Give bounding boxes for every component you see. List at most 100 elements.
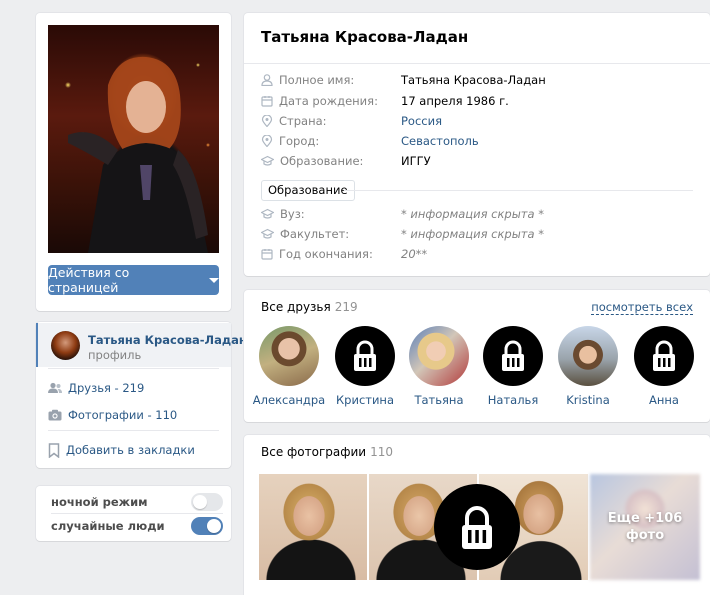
profile-menu-card: Татьяна Красова-Ладан профиль Друзья - 2…: [36, 322, 247, 468]
info-row-university: Вуз: * информация скрыта *: [261, 205, 544, 223]
night-mode-toggle[interactable]: [191, 493, 223, 511]
country-link[interactable]: Россия: [401, 114, 442, 128]
graduation-cap-icon: [261, 155, 274, 166]
lock-icon: [502, 340, 524, 371]
info-value: 20**: [401, 247, 428, 261]
info-value: * информация скрыта *: [401, 227, 544, 241]
divider: [48, 430, 219, 431]
friend-name: Кристина: [336, 393, 394, 407]
location-pin-icon: [261, 135, 273, 147]
mini-profile-subtitle: профиль: [88, 348, 142, 362]
info-value: Татьяна Красова-Ладан: [401, 73, 546, 87]
friends-link-label: Друзья - 219: [68, 381, 145, 395]
friend-name: Татьяна: [414, 393, 464, 407]
lock-icon: [354, 340, 376, 371]
calendar-icon: [261, 249, 273, 260]
avatar: [51, 331, 80, 360]
info-label: Страна:: [279, 114, 327, 128]
info-label: Город:: [279, 134, 320, 148]
photos-card: Все фотографии 110 Еще +106 фото: [244, 435, 710, 595]
info-value: * информация скрыта *: [401, 207, 544, 221]
settings-toggles-card: ночной режим случайные люди: [36, 486, 231, 541]
friend-item[interactable]: Наталья: [476, 326, 550, 407]
photos-count: 110: [370, 445, 393, 459]
profile-info-card: Татьяна Красова-Ладан Полное имя: Татьян…: [244, 13, 710, 276]
more-photos-count: Еще +106: [607, 511, 683, 526]
random-people-row: случайные люди: [51, 515, 223, 537]
mini-profile-name: Татьяна Красова-Ладан: [88, 333, 247, 347]
private-photos-overlay: [434, 484, 520, 570]
info-row-education: Образование: ИГГУ: [261, 152, 431, 170]
friend-avatar-private: [634, 326, 694, 386]
friend-avatar: [558, 326, 618, 386]
photo-thumb[interactable]: [259, 474, 367, 580]
photos-strip: Еще +106 фото: [259, 474, 700, 580]
friend-avatar: [409, 326, 469, 386]
info-label: Факультет:: [280, 227, 350, 241]
page-actions-button[interactable]: Действия со страницей: [48, 265, 219, 295]
info-label: Вуз:: [280, 207, 305, 221]
info-row-city: Город: Севастополь: [261, 132, 479, 150]
info-label: Дата рождения:: [279, 94, 378, 108]
night-mode-label: ночной режим: [51, 495, 148, 509]
friends-link[interactable]: Друзья - 219: [48, 379, 144, 397]
divider: [244, 63, 710, 64]
graduation-cap-icon: [261, 228, 274, 239]
info-value: 17 апреля 1986 г.: [401, 94, 509, 108]
info-row-birthday: Дата рождения: 17 апреля 1986 г.: [261, 92, 509, 110]
divider: [48, 368, 219, 369]
avatar-card: Действия со страницей: [36, 13, 231, 311]
divider: [344, 190, 693, 191]
random-people-toggle[interactable]: [191, 517, 223, 535]
friend-item[interactable]: Кристина: [328, 326, 402, 407]
more-photos-label: фото: [625, 528, 665, 543]
bookmark-icon: [48, 442, 60, 458]
info-label: Образование:: [280, 154, 364, 168]
photos-link-label: Фотографии - 110: [68, 408, 178, 422]
info-label: Год окончания:: [279, 247, 373, 261]
info-label: Полное имя:: [279, 73, 355, 87]
divider: [51, 513, 223, 514]
night-mode-row: ночной режим: [51, 491, 223, 513]
friend-name: Наталья: [487, 393, 539, 407]
bookmark-link-label: Добавить в закладки: [66, 443, 195, 457]
friend-item[interactable]: Анна: [627, 326, 701, 407]
friends-card: Все друзья 219 посмотреть всех Александра…: [244, 290, 710, 422]
photos-link[interactable]: Фотографии - 110: [48, 406, 177, 424]
friend-item[interactable]: Александра: [252, 326, 326, 407]
toggle-knob: [193, 495, 207, 509]
location-pin-icon: [261, 115, 273, 127]
see-all-friends-link[interactable]: посмотреть всех: [591, 300, 693, 315]
friends-header[interactable]: Все друзья 219: [261, 300, 358, 314]
calendar-icon: [261, 96, 273, 107]
info-row-country: Страна: Россия: [261, 112, 442, 130]
info-row-faculty: Факультет: * информация скрыта *: [261, 225, 544, 243]
info-row-full-name: Полное имя: Татьяна Красова-Ладан: [261, 71, 546, 89]
friends-icon: [48, 382, 62, 393]
graduation-cap-icon: [261, 208, 274, 219]
photos-header[interactable]: Все фотографии 110: [261, 445, 393, 459]
camera-icon: [48, 409, 62, 421]
photos-title: Все фотографии: [261, 445, 367, 459]
info-row-graduation-year: Год окончания: 20**: [261, 245, 427, 263]
toggle-knob: [207, 519, 221, 533]
friend-name: Kristina: [566, 393, 610, 407]
chevron-down-icon: [209, 277, 219, 283]
friend-avatar: [259, 326, 319, 386]
random-people-label: случайные люди: [51, 519, 165, 533]
profile-photo[interactable]: [48, 25, 219, 253]
info-value: ИГГУ: [401, 154, 431, 168]
mini-profile[interactable]: Татьяна Красова-Ладан профиль: [36, 323, 247, 367]
friend-item[interactable]: Татьяна: [402, 326, 476, 407]
page-actions-label: Действия со страницей: [48, 265, 130, 295]
city-link[interactable]: Севастополь: [401, 134, 479, 148]
friend-avatar-private: [335, 326, 395, 386]
friend-name: Александра: [252, 393, 326, 407]
more-photos-button[interactable]: Еще +106 фото: [590, 474, 700, 580]
friend-item[interactable]: Kristina: [551, 326, 625, 407]
person-icon: [261, 74, 273, 86]
lock-icon: [653, 340, 675, 371]
friends-title: Все друзья: [261, 300, 331, 314]
bookmark-link[interactable]: Добавить в закладки: [48, 441, 195, 459]
lock-icon: [462, 506, 492, 549]
